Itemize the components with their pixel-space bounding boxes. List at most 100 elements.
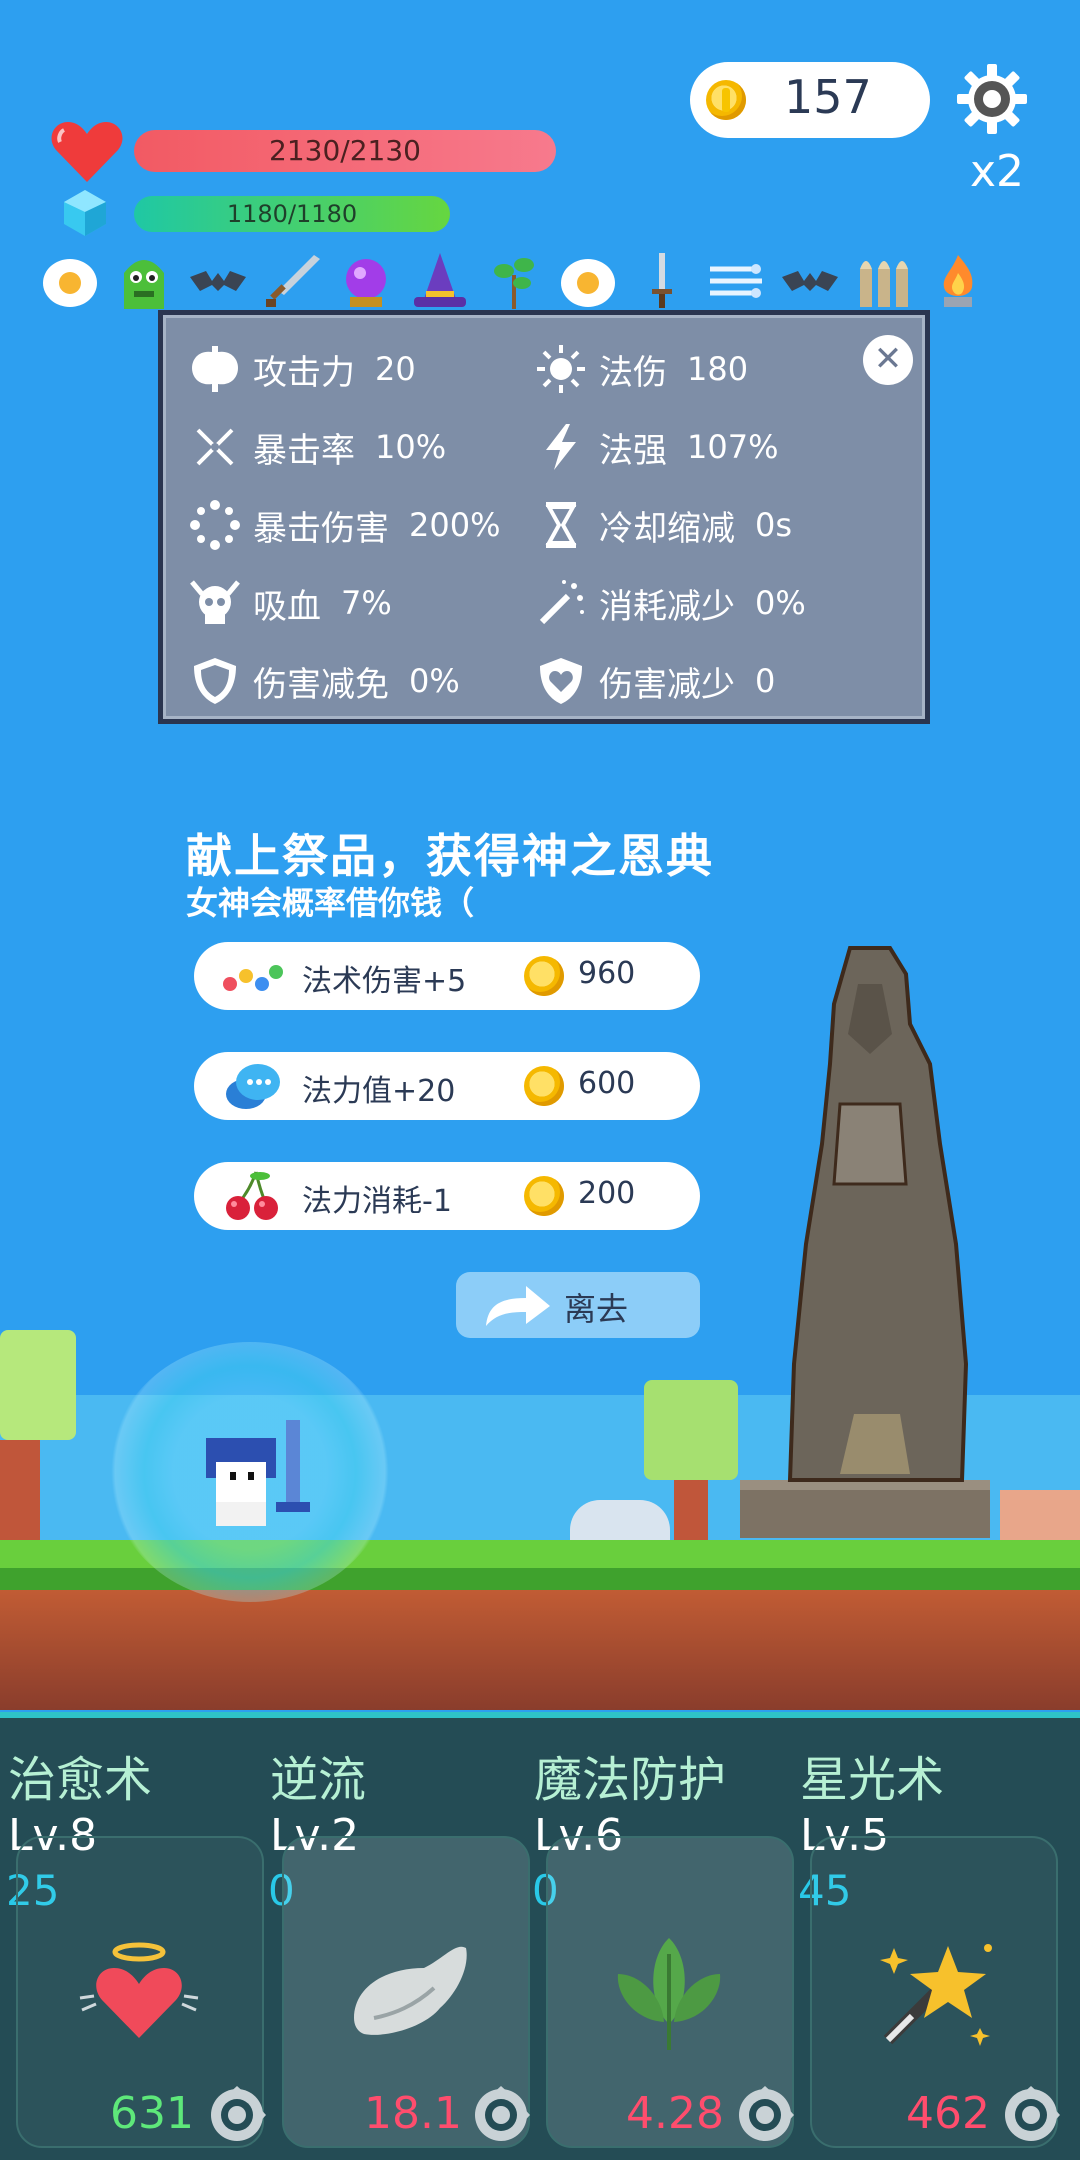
skull-icon <box>187 575 243 631</box>
coin-icon <box>706 80 746 120</box>
stat-damage-reduction: 伤害减少 0 <box>533 653 775 709</box>
stat-cooldown-reduction: 冷却缩减 0s <box>533 497 792 553</box>
shield-icon <box>187 653 243 709</box>
stat-label: 伤害减免 <box>253 664 389 705</box>
stat-attack: 攻击力 20 <box>187 341 416 397</box>
skill-value: 4.28 <box>626 2088 724 2139</box>
coin-counter: 157 <box>690 62 930 138</box>
wind-icon[interactable] <box>706 251 766 311</box>
burst-icon <box>187 497 243 553</box>
skill-name: 星光术 <box>800 1752 945 1808</box>
wizard-hat-icon[interactable] <box>410 251 470 311</box>
skill-upgrade-icon[interactable] <box>1000 2084 1062 2146</box>
leave-button[interactable]: 离去 <box>456 1272 700 1338</box>
offer-cost: 200 <box>578 1176 636 1211</box>
heart-icon <box>51 122 123 182</box>
egg-icon[interactable] <box>40 251 100 311</box>
skill-value: 462 <box>906 2088 990 2139</box>
stat-value: 107% <box>687 428 779 466</box>
bullets-icon[interactable] <box>854 251 914 311</box>
dirt <box>0 1590 1080 1710</box>
close-stats-button[interactable]: ✕ <box>863 335 913 385</box>
bat-icon[interactable] <box>188 251 248 311</box>
stat-label: 冷却缩减 <box>599 508 735 549</box>
flame-icon[interactable] <box>928 251 988 311</box>
skill-value: 18.1 <box>364 2088 462 2139</box>
angel-heart-icon <box>79 1942 199 2038</box>
offer-label: 法术伤害+5 <box>302 964 467 999</box>
skill-name: 治愈术 <box>8 1752 153 1808</box>
stat-lifesteal: 吸血 7% <box>187 575 392 631</box>
sword-icon[interactable] <box>262 251 322 311</box>
tree-middle <box>644 1380 738 1480</box>
tree-trunk-left <box>0 1440 40 1540</box>
hero-character[interactable] <box>196 1418 326 1538</box>
stat-value: 200% <box>409 506 501 544</box>
offer-cost: 600 <box>578 1066 636 1101</box>
sun-icon <box>533 341 589 397</box>
stat-label: 暴击率 <box>253 430 355 471</box>
offer-mana-cost-button[interactable]: 法力消耗-1 200 <box>194 1162 700 1230</box>
stat-label: 暴击伤害 <box>253 508 389 549</box>
coin-icon <box>524 1066 564 1106</box>
offer-mana-button[interactable]: 法力值+20 600 <box>194 1052 700 1120</box>
skill-bar-top-strip <box>0 1712 1080 1718</box>
stat-value: 0s <box>755 506 793 544</box>
leave-label: 离去 <box>564 1290 629 1328</box>
arrow-turn-right-icon <box>486 1286 550 1326</box>
goddess-statue <box>740 946 990 1538</box>
fence <box>1000 1490 1080 1540</box>
stat-label: 法伤 <box>599 352 667 393</box>
egg-icon[interactable] <box>558 251 618 311</box>
skill-upgrade-icon[interactable] <box>206 2084 268 2146</box>
offer-spell-damage-button[interactable]: 法术伤害+5 960 <box>194 942 700 1010</box>
dagger-icon[interactable] <box>632 251 692 311</box>
offering-title: 献上祭品，获得神之恩典 <box>186 829 714 883</box>
stat-value: 0% <box>409 662 460 700</box>
skill-value: 631 <box>110 2088 194 2139</box>
skill-upgrade-icon[interactable] <box>734 2084 796 2146</box>
mp-bar: 1180/1180 <box>134 196 450 232</box>
mana-gem-icon <box>64 190 106 236</box>
stat-value: 10% <box>375 428 447 466</box>
crossed-swords-icon <box>187 419 243 475</box>
dots-icon <box>223 965 283 991</box>
cherry-icon <box>226 1171 278 1220</box>
stat-label: 消耗减少 <box>599 586 735 627</box>
stat-value: 7% <box>341 584 392 622</box>
stat-cost-reduction: 消耗减少 0% <box>533 575 806 631</box>
offer-label: 法力值+20 <box>302 1074 456 1109</box>
speed-multiplier[interactable]: x2 <box>970 146 1024 197</box>
stat-crit-damage: 暴击伤害 200% <box>187 497 500 553</box>
coin-icon <box>524 1176 564 1216</box>
axe-icon <box>187 341 243 397</box>
offer-label: 法力消耗-1 <box>302 1184 452 1219</box>
stat-crit-rate: 暴击率 10% <box>187 419 446 475</box>
hourglass-icon <box>533 497 589 553</box>
stat-magic-power: 法强 107% <box>533 419 778 475</box>
stat-value: 0 <box>755 662 776 700</box>
crystal-ball-icon[interactable] <box>336 251 396 311</box>
heart-shield-icon <box>533 653 589 709</box>
bat-icon[interactable] <box>780 251 840 311</box>
stat-label: 攻击力 <box>253 352 355 393</box>
lightning-icon <box>533 419 589 475</box>
leaf-icon <box>617 1938 721 2050</box>
settings-gear-icon[interactable] <box>955 62 1029 136</box>
coin-icon <box>524 956 564 996</box>
rock <box>570 1500 670 1542</box>
sapling-icon[interactable] <box>484 251 544 311</box>
buff-icon-row <box>40 246 1040 316</box>
stat-label: 吸血 <box>253 586 321 627</box>
slime-icon[interactable] <box>114 251 174 311</box>
stat-damage-immunity: 伤害减免 0% <box>187 653 460 709</box>
offer-cost: 960 <box>578 956 636 991</box>
wing-icon <box>354 1946 467 2035</box>
stat-value: 0% <box>755 584 806 622</box>
skill-name: 魔法防护 <box>534 1752 727 1808</box>
stat-value: 20 <box>375 350 416 388</box>
magic-wand-icon <box>533 575 589 631</box>
skill-upgrade-icon[interactable] <box>470 2084 532 2146</box>
hp-bar: 2130/2130 <box>134 130 556 172</box>
stat-value: 180 <box>687 350 749 388</box>
